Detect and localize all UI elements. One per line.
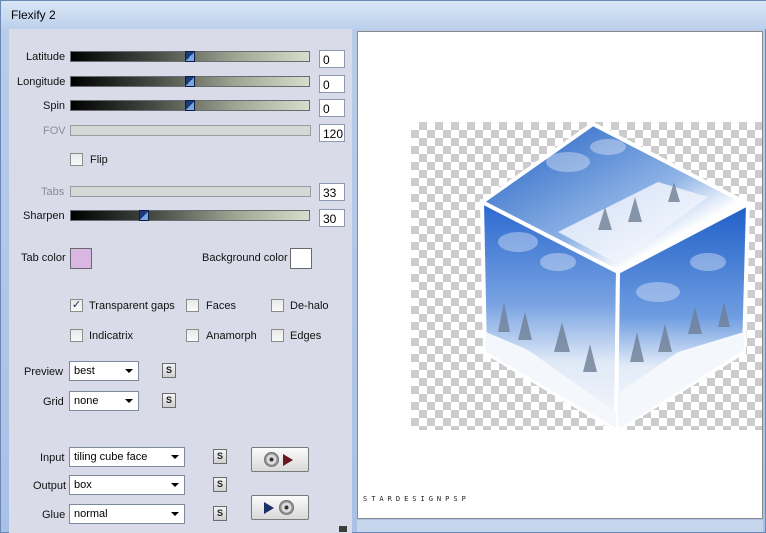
longitude-slider[interactable]: [70, 76, 310, 87]
de-halo-checkbox[interactable]: [271, 299, 284, 312]
longitude-slider-thumb[interactable]: [185, 76, 195, 87]
faces-checkbox[interactable]: [186, 299, 199, 312]
fov-label: FOV: [43, 125, 66, 137]
fov-input: 120: [319, 124, 345, 142]
chevron-down-icon: [125, 369, 133, 373]
preview-select-value: best: [74, 365, 95, 377]
sharpen-slider-thumb[interactable]: [139, 210, 149, 221]
tabs-input: 33: [319, 183, 345, 201]
latitude-label: Latitude: [26, 51, 66, 63]
output-select-value: box: [74, 479, 92, 491]
preview-pane: STARDESIGNPSP: [357, 31, 763, 519]
flexify-window: Flexify 2 Latitude 0 Longitude 0 Spin 0 …: [0, 0, 766, 533]
latitude-slider[interactable]: [70, 51, 310, 62]
transparent-gaps-label: Transparent gaps: [89, 300, 175, 312]
fov-slider: [70, 125, 311, 136]
anamorph-label: Anamorph: [206, 330, 257, 342]
flip-checkbox[interactable]: [70, 153, 83, 166]
edges-label: Edges: [290, 330, 322, 342]
preview-label: Preview: [24, 366, 64, 378]
longitude-input[interactable]: 0: [319, 75, 345, 93]
tab-color-label: Tab color: [21, 252, 66, 264]
glue-select[interactable]: normal: [69, 504, 185, 524]
resize-handle-icon[interactable]: [339, 526, 347, 532]
latitude-slider-thumb[interactable]: [185, 51, 195, 62]
preview-select[interactable]: best: [69, 361, 139, 381]
spin-slider[interactable]: [70, 100, 310, 111]
grid-s-button[interactable]: S: [162, 393, 176, 408]
spin-slider-thumb[interactable]: [185, 100, 195, 111]
chevron-down-icon: [171, 455, 179, 459]
disc-icon: [264, 452, 279, 467]
sharpen-input[interactable]: 30: [319, 209, 345, 227]
chevron-down-icon: [171, 483, 179, 487]
grid-select[interactable]: none: [69, 391, 139, 411]
window-title: Flexify 2: [11, 8, 56, 22]
anamorph-checkbox[interactable]: [186, 329, 199, 342]
output-s-button[interactable]: S: [213, 477, 227, 492]
chevron-down-icon: [171, 512, 179, 516]
checkmark-icon: ✓: [71, 299, 82, 311]
glue-label: Glue: [42, 509, 66, 521]
disc-icon: [279, 500, 294, 515]
longitude-label: Longitude: [17, 76, 66, 88]
controls-panel: Latitude 0 Longitude 0 Spin 0 FOV 120 Fl…: [9, 29, 352, 533]
de-halo-label: De-halo: [290, 300, 329, 312]
tabs-slider: [70, 186, 311, 197]
latitude-input[interactable]: 0: [319, 50, 345, 68]
input-select[interactable]: tiling cube face: [69, 447, 185, 467]
input-s-button[interactable]: S: [213, 449, 227, 464]
indicatrix-checkbox[interactable]: [70, 329, 83, 342]
transparent-gaps-checkbox[interactable]: ✓: [70, 299, 83, 312]
title-bar: Flexify 2: [1, 1, 766, 29]
spin-input[interactable]: 0: [319, 99, 345, 117]
preview-s-button[interactable]: S: [162, 363, 176, 378]
grid-select-value: none: [74, 395, 99, 407]
background-color-swatch[interactable]: [290, 248, 312, 269]
tab-color-swatch[interactable]: [70, 248, 92, 269]
watermark-text: STARDESIGNPSP: [363, 495, 470, 503]
play-icon: [283, 454, 293, 466]
sharpen-slider[interactable]: [70, 210, 310, 221]
indicatrix-label: Indicatrix: [89, 330, 134, 342]
faces-label: Faces: [206, 300, 236, 312]
grid-label: Grid: [43, 396, 64, 408]
glue-s-button[interactable]: S: [213, 506, 227, 521]
input-select-value: tiling cube face: [74, 451, 148, 463]
background-color-label: Background color: [202, 252, 288, 264]
cube-preview-image: [478, 121, 753, 434]
status-strip: [357, 520, 763, 532]
output-convert-button[interactable]: [251, 495, 309, 520]
sharpen-label: Sharpen: [23, 210, 65, 222]
glue-select-value: normal: [74, 508, 108, 520]
spin-label: Spin: [43, 100, 66, 112]
flip-label: Flip: [90, 154, 108, 166]
output-label: Output: [33, 480, 67, 492]
input-label: Input: [40, 452, 65, 464]
output-select[interactable]: box: [69, 475, 185, 495]
input-convert-button[interactable]: [251, 447, 309, 472]
play-icon: [264, 502, 274, 514]
tabs-label: Tabs: [41, 186, 65, 198]
chevron-down-icon: [125, 399, 133, 403]
edges-checkbox[interactable]: [271, 329, 284, 342]
